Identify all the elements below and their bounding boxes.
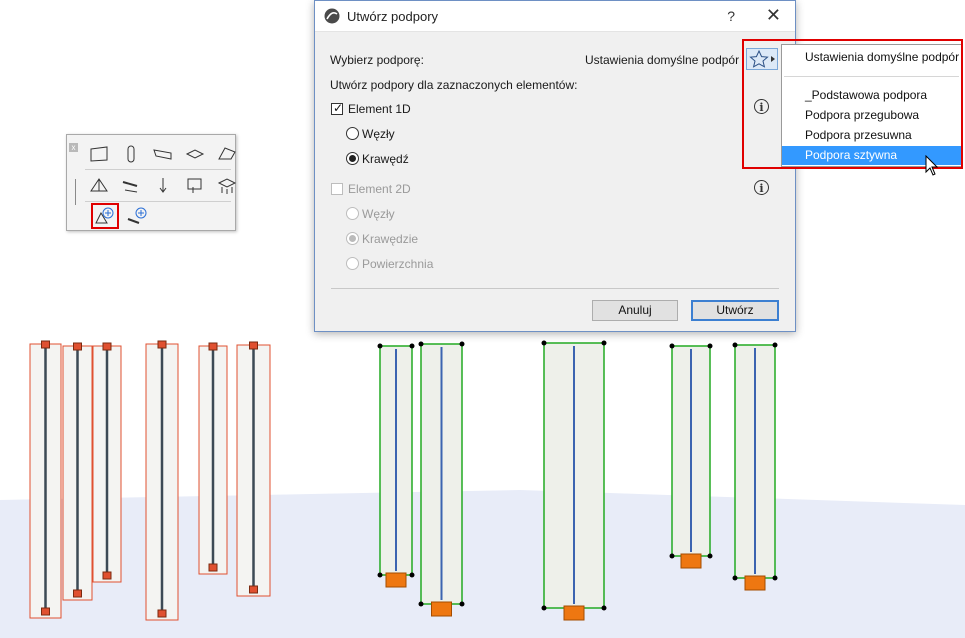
- unselected-column[interactable]: [669, 343, 713, 569]
- beam-icon[interactable]: [153, 145, 173, 163]
- structural-support-palette: x: [66, 134, 237, 231]
- selected-column[interactable]: [92, 342, 122, 583]
- selected-column[interactable]: [198, 342, 228, 575]
- element2d-info-icon[interactable]: i: [754, 180, 769, 195]
- dialog-titlebar: Utwórz podpory ? ✕: [315, 1, 795, 32]
- element1d-edge-label: Krawędź: [362, 152, 409, 166]
- element2d-edges-radio[interactable]: [346, 232, 359, 245]
- selected-column[interactable]: [29, 340, 62, 619]
- palette-close-icon[interactable]: x: [69, 143, 78, 152]
- element2d-surface-label: Powierzchnia: [362, 257, 434, 271]
- dialog-divider: [331, 288, 779, 289]
- close-button[interactable]: ✕: [766, 5, 781, 26]
- element2d-nodes-radio[interactable]: [346, 207, 359, 220]
- create-point-support-icon[interactable]: [91, 203, 119, 229]
- element2d-nodes-label: Węzły: [362, 207, 395, 221]
- unselected-column[interactable]: [418, 341, 465, 617]
- help-button[interactable]: ?: [727, 8, 735, 24]
- unselected-column[interactable]: [541, 340, 607, 621]
- shell-icon[interactable]: [217, 145, 237, 163]
- mouse-cursor-icon: [925, 155, 939, 176]
- line-support-icon[interactable]: [121, 177, 141, 195]
- element1d-edge-radio[interactable]: [346, 152, 359, 165]
- selected-column[interactable]: [236, 341, 271, 597]
- cancel-button[interactable]: Anuluj: [592, 300, 678, 321]
- load-icon[interactable]: [153, 177, 173, 195]
- element1d-checkbox[interactable]: ✓: [331, 101, 343, 115]
- unselected-column[interactable]: [732, 342, 778, 591]
- slab-icon[interactable]: [89, 145, 109, 163]
- roof-icon[interactable]: [185, 145, 205, 163]
- create-button[interactable]: Utwórz: [691, 300, 779, 321]
- selected-column[interactable]: [145, 340, 179, 621]
- element2d-checkbox[interactable]: [331, 183, 343, 195]
- element2d-surface-radio[interactable]: [346, 257, 359, 270]
- create-for-label: Utwórz podpory dla zaznaczonych elementó…: [330, 78, 578, 92]
- create-line-support-icon[interactable]: [127, 207, 147, 225]
- element1d-nodes-radio[interactable]: [346, 127, 359, 140]
- selected-column[interactable]: [62, 342, 93, 601]
- element2d-label: Element 2D: [348, 182, 411, 196]
- element1d-label: Element 1D: [348, 102, 411, 116]
- surface-load-icon[interactable]: [217, 177, 237, 195]
- unselected-column[interactable]: [377, 343, 415, 588]
- select-support-label: Wybierz podporę:: [330, 53, 424, 67]
- highlight-frame: [742, 39, 963, 169]
- element2d-edges-label: Krawędzie: [362, 232, 419, 246]
- column-icon[interactable]: [121, 145, 141, 163]
- line-load-icon[interactable]: [185, 177, 205, 195]
- create-supports-dialog: Utwórz podpory ? ✕ Wybierz podporę: Usta…: [314, 0, 796, 332]
- dialog-title: Utwórz podpory: [347, 8, 439, 24]
- element1d-nodes-label: Węzły: [362, 127, 395, 141]
- selected-support-value: Ustawienia domyślne podpór: [585, 53, 740, 67]
- archicad-logo-icon: [324, 8, 340, 24]
- floor-plane: [0, 490, 965, 638]
- point-support-icon[interactable]: [89, 177, 109, 195]
